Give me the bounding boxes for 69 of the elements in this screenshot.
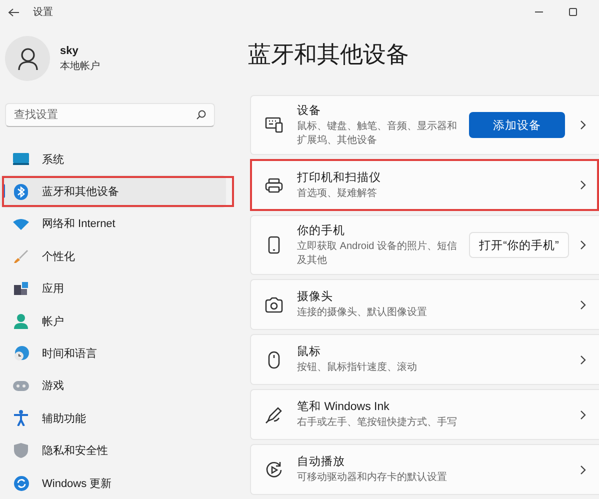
card-description: 按钮、鼠标指针速度、滚动 [297,361,418,375]
settings-card[interactable]: 自动播放 可移动驱动器和内存卡的默认设置 [250,444,599,495]
search-field[interactable]: 查找设置 [5,103,215,127]
card-description: 可移动驱动器和内存卡的默认设置 [297,471,448,485]
wifi-icon [13,218,29,230]
update-icon [14,476,28,491]
page-title: 蓝牙和其他设备 [248,40,410,69]
accessibility-icon [14,410,28,426]
sidebar-item[interactable]: 辅助功能 [0,402,226,435]
settings-card[interactable]: 鼠标 按钮、鼠标指针速度、滚动 [250,334,599,385]
sidebar-item[interactable]: 个性化 [0,240,226,273]
search-icon [196,110,206,120]
sidebar-item[interactable]: 应用 [0,272,226,305]
monitor-icon [13,153,29,166]
camera-icon [265,296,283,312]
gamepad-icon [13,380,29,391]
person-icon [18,48,38,70]
minimize-icon[interactable] [535,11,543,13]
add-device-button[interactable]: 添加设备 [469,112,565,138]
card-title: 笔和 Windows Ink [297,400,390,414]
maximize-icon[interactable] [569,8,577,16]
card-description: 立即获取 Android 设备的照片、短信及其他 [297,240,458,267]
card-description: 右手或左手、笔按钮快捷方式、手写 [297,416,458,430]
card-description: 鼠标、键盘、触笔、音频、显示器和扩展坞、其他设备 [297,120,458,147]
sidebar-item[interactable]: 帐户 [0,304,226,338]
chevron-icon [579,180,587,190]
card-title: 打印机和扫描仪 [297,170,382,185]
card-title: 设备 [297,104,322,118]
settings-card[interactable]: 摄像头 连接的摄像头、默认图像设置 [250,279,599,330]
mouse-icon [268,350,280,368]
sidebar-item[interactable]: 网络和 Internet [0,208,226,240]
keyboard-icon [265,117,283,133]
back-icon[interactable] [8,8,19,16]
sidebar-item[interactable]: Windows 更新 [0,466,226,499]
chevron-icon [579,410,587,420]
apps-icon [14,282,28,296]
account-type: 本地帐户 [60,60,100,72]
printer-icon [265,178,283,192]
settings-card[interactable]: 笔和 Windows Ink 右手或左手、笔按钮快捷方式、手写 [250,389,599,440]
user-name: sky [60,44,80,56]
globe-clock-icon [14,346,28,362]
chevron-icon [579,300,587,310]
card-title: 自动播放 [297,454,346,470]
brush-icon [14,249,28,264]
card-title: 你的手机 [297,223,346,238]
chevron-icon [579,464,587,474]
card-title: 鼠标 [297,344,322,360]
card-title: 摄像头 [297,290,334,304]
phone-icon [268,236,280,254]
sidebar-item[interactable]: 系统 [0,143,226,176]
card-description: 连接的摄像头、默认图像设置 [297,306,428,320]
sidebar-item[interactable]: 时间和语言 [0,337,226,370]
settings-card[interactable]: 你的手机 立即获取 Android 设备的照片、短信及其他 打开“你的手机” [250,215,599,275]
selection-indicator [2,184,5,198]
autoplay-icon [265,460,283,478]
person-icon [14,314,28,329]
sidebar-item[interactable]: 隐私和安全性 [0,434,226,467]
settings-card[interactable]: 设备 鼠标、键盘、触笔、音频、显示器和扩展坞、其他设备 添加设备 [250,95,599,155]
chevron-icon [579,354,587,364]
pen-icon [265,406,283,424]
chevron-icon [579,240,587,250]
sidebar-item[interactable]: 游戏 [0,370,226,402]
open-app-button[interactable]: 打开“你的手机” [469,232,569,258]
shield-icon [14,443,28,458]
settings-card[interactable]: 打印机和扫描仪 首选项、疑难解答 [250,159,599,211]
card-description: 首选项、疑难解答 [297,186,378,200]
bluetooth-icon [14,184,28,200]
window-title: 设置 [33,6,53,19]
chevron-icon [579,120,587,130]
